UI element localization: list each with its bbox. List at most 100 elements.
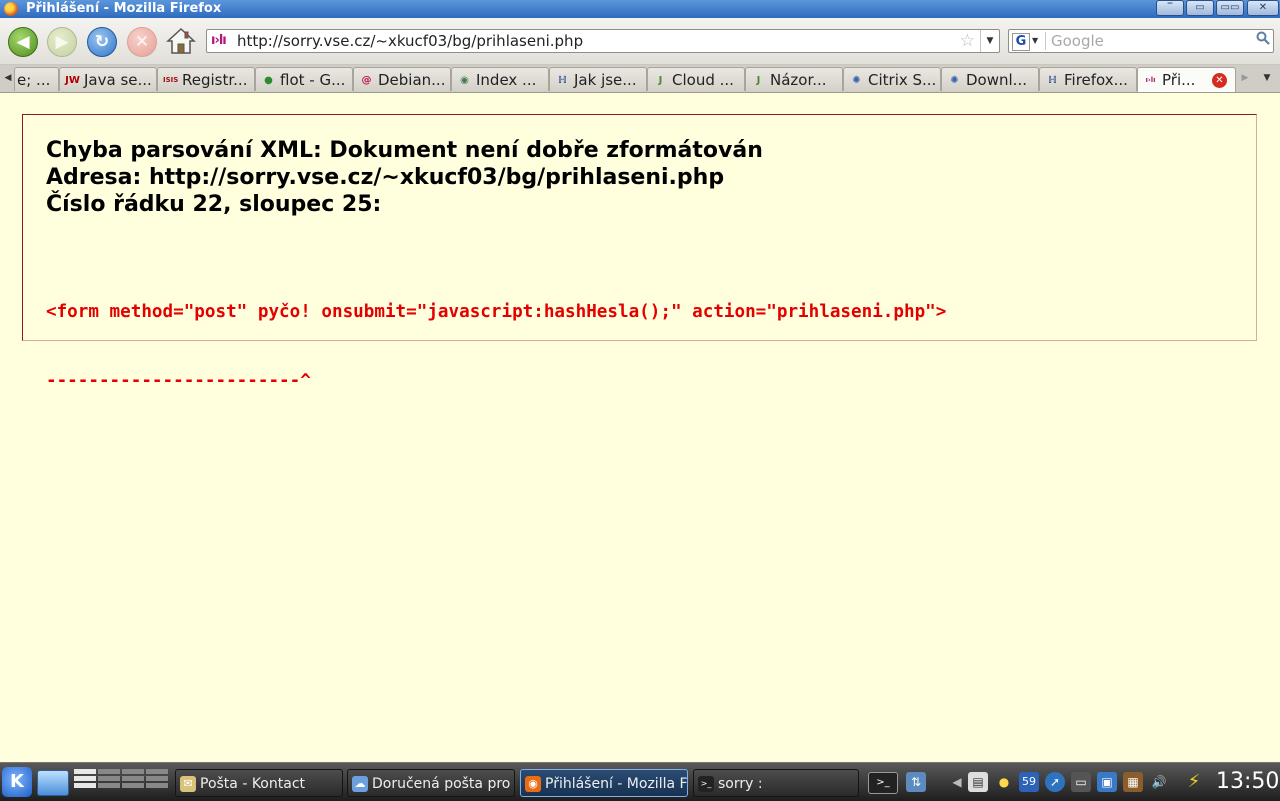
tab-favicon: ISIS: [163, 76, 179, 84]
window-title: Přihlášení - Mozilla Firefox: [26, 1, 222, 16]
taskbar-task-3[interactable]: ◉ Přihlášení - Mozilla F: [520, 769, 688, 797]
tab-favicon: ı›lı: [1145, 76, 1156, 84]
desktop-pager-1[interactable]: [74, 769, 96, 795]
home-button[interactable]: [166, 26, 196, 56]
home-folder-icon[interactable]: [37, 770, 69, 796]
tab-label: Názor...: [770, 71, 827, 89]
tab-favicon: ◉: [460, 75, 469, 86]
calendar-icon[interactable]: 59: [1019, 772, 1039, 792]
tab-favicon: @: [361, 75, 372, 86]
tab-11[interactable]: ✺ Downl...: [941, 67, 1039, 91]
task-label: Pošta - Kontact: [200, 776, 305, 792]
tab-favicon: J: [756, 75, 761, 86]
url-bar[interactable]: ı›lı http://sorry.vse.cz/~xkucf03/bg/pri…: [206, 29, 1000, 53]
tab-favicon: ℍ: [1048, 75, 1057, 86]
task-label: sorry :: [718, 776, 763, 792]
tab-12[interactable]: ℍ Firefox...: [1039, 67, 1137, 91]
firefox-icon: [4, 2, 18, 16]
search-engine-selector[interactable]: G ▼: [1011, 32, 1046, 51]
forward-button[interactable]: ▶: [47, 27, 77, 57]
tab-4[interactable]: ● flot - G...: [255, 67, 353, 91]
window-titlebar[interactable]: Přihlášení - Mozilla Firefox ‾ ▭ ▭▭ ✕: [0, 0, 1280, 18]
tab-7[interactable]: ℍ Jak jse...: [549, 67, 647, 91]
package-icon[interactable]: ▦: [1123, 772, 1143, 792]
tab-label: Citrix S...: [868, 71, 937, 89]
url-input[interactable]: http://sorry.vse.cz/~xkucf03/bg/prihlase…: [237, 30, 583, 52]
display-icon[interactable]: ▭: [1071, 772, 1091, 792]
tab-label: Firefox...: [1064, 71, 1128, 89]
search-bar[interactable]: G ▼ Google: [1008, 29, 1274, 53]
screen-icon[interactable]: ▣: [1097, 772, 1117, 792]
tab-13[interactable]: ı›lı Při... ✕: [1137, 67, 1236, 92]
battery-icon[interactable]: ⚡: [1180, 772, 1208, 792]
back-button[interactable]: ◀: [8, 27, 38, 57]
error-location: Číslo řádku 22, sloupec 25:: [46, 192, 382, 217]
compass-icon[interactable]: ➚: [1045, 772, 1065, 792]
task-app-icon: >_: [698, 776, 714, 792]
tab-label: Jak jse...: [574, 71, 637, 89]
maximize-button[interactable]: ▭: [1186, 0, 1214, 16]
tab-label: Registr...: [182, 71, 248, 89]
taskbar-task-2[interactable]: ☁ Doručená pošta pro: [347, 769, 515, 797]
tab-3[interactable]: ISIS Registr...: [157, 67, 255, 91]
tab-favicon: JW: [65, 75, 80, 86]
desktop-pager-3[interactable]: [122, 769, 144, 795]
restore-button[interactable]: ▭▭: [1216, 0, 1244, 16]
magnifier-icon: [1256, 31, 1270, 45]
tab-favicon: J: [658, 75, 663, 86]
navigation-toolbar: ◀ ▶ ↻ ✕ ı›lı http://sorry.vse.cz/~xkucf0…: [0, 18, 1280, 65]
tab-label: Downl...: [966, 71, 1027, 89]
tab-label: Při...: [1162, 71, 1196, 89]
reload-button[interactable]: ↻: [87, 27, 117, 57]
source-line: <form method="post" pyčo! onsubmit="java…: [46, 302, 947, 322]
stop-button[interactable]: ✕: [127, 27, 157, 57]
error-title: Chyba parsování XML: Dokument není dobře…: [46, 138, 763, 163]
error-heading: Chyba parsování XML: Dokument není dobře…: [46, 137, 763, 218]
page-content: Chyba parsování XML: Dokument není dobře…: [0, 93, 1280, 761]
tab-5[interactable]: @ Debian...: [353, 67, 451, 91]
url-history-dropdown[interactable]: ▼: [980, 30, 999, 52]
task-app-icon: ✉: [180, 776, 196, 792]
tab-6[interactable]: ◉ Index ...: [451, 67, 549, 91]
tab-9[interactable]: J Názor...: [745, 67, 843, 91]
tab-2[interactable]: JW Java se...: [59, 67, 157, 91]
tab-label: Cloud ...: [672, 71, 734, 89]
tab-favicon: ●: [264, 75, 273, 86]
tab-1[interactable]: e; ...: [14, 67, 59, 91]
kde-taskbar: K ✉ Pošta - Kontact ☁ Doručená pošta pro ◉ Př…: [0, 762, 1280, 801]
google-icon: G: [1012, 32, 1030, 51]
lightbulb-icon[interactable]: ●: [994, 772, 1014, 792]
taskbar-task-1[interactable]: ✉ Pošta - Kontact: [175, 769, 343, 797]
tab-favicon: ℍ: [558, 75, 567, 86]
bookmark-star-icon[interactable]: ☆: [960, 30, 975, 52]
tab-label: flot - G...: [280, 71, 346, 89]
list-all-tabs-icon[interactable]: ▼: [1258, 65, 1276, 92]
k-menu-button[interactable]: K: [2, 767, 32, 797]
tab-10[interactable]: ✺ Citrix S...: [843, 67, 941, 91]
close-window-button[interactable]: ✕: [1247, 0, 1279, 16]
clipboard-icon[interactable]: ▤: [968, 772, 988, 792]
tab-strip: ◀ e; ... JW Java se... ISIS Registr... ● flot …: [0, 65, 1280, 93]
error-address: Adresa: http://sorry.vse.cz/~xkucf03/bg/…: [46, 165, 725, 190]
site-favicon: ı›lı: [211, 33, 227, 48]
clock[interactable]: 13:50: [1216, 763, 1279, 801]
minimize-button[interactable]: ‾: [1156, 0, 1184, 16]
volume-icon[interactable]: 🔊: [1149, 772, 1169, 792]
tab-label: Debian...: [378, 71, 446, 89]
network-icon[interactable]: ⇅: [906, 772, 926, 792]
desktop-pager-4[interactable]: [146, 769, 168, 795]
tab-scroll-left-icon[interactable]: ◀: [2, 65, 14, 92]
desktop-pager-2[interactable]: [98, 769, 120, 795]
taskbar-task-4[interactable]: >_ sorry :: [693, 769, 859, 797]
close-tab-icon[interactable]: ✕: [1212, 73, 1227, 88]
xml-error-box: Chyba parsování XML: Dokument není dobře…: [22, 114, 1257, 391]
search-icon[interactable]: [1256, 31, 1270, 51]
tab-8[interactable]: J Cloud ...: [647, 67, 745, 91]
terminal-launcher-icon[interactable]: >_: [868, 772, 898, 794]
tab-scroll-right-icon[interactable]: ▶: [1238, 65, 1252, 92]
search-input[interactable]: Google: [1051, 30, 1104, 52]
error-marker: ------------------------^: [46, 371, 311, 391]
tray-expand-icon[interactable]: ◀: [947, 772, 967, 792]
tab-label: Index ...: [476, 71, 537, 89]
chevron-down-icon: ▼: [1032, 36, 1039, 45]
